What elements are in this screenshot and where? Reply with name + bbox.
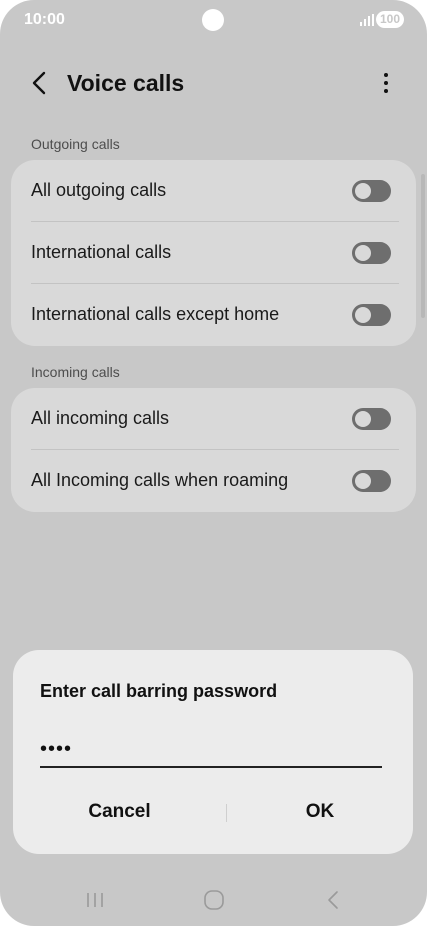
setting-row-international-except-home[interactable]: International calls except home — [11, 284, 416, 346]
toggle-switch[interactable] — [352, 470, 391, 492]
recents-icon[interactable] — [80, 888, 110, 912]
password-input[interactable] — [40, 732, 382, 768]
setting-label: All Incoming calls when roaming — [31, 470, 289, 490]
toggle-knob — [355, 245, 371, 261]
setting-label: International calls — [31, 242, 172, 262]
home-icon[interactable] — [199, 888, 229, 912]
setting-label: International calls except home — [31, 304, 280, 324]
toggle-switch[interactable] — [352, 408, 391, 430]
page-title: Voice calls — [67, 70, 185, 96]
back-arrow-icon[interactable] — [28, 70, 52, 96]
setting-row-incoming-roaming[interactable]: All Incoming calls when roaming — [11, 450, 416, 512]
signal-icon — [360, 14, 374, 26]
toggle-knob — [355, 183, 371, 199]
password-dialog: Enter call barring password Cancel OK — [13, 650, 413, 854]
toggle-switch[interactable] — [352, 180, 391, 202]
setting-label: All incoming calls — [31, 408, 170, 428]
status-time: 10:00 — [24, 11, 65, 28]
outgoing-calls-card: All outgoing calls International calls I… — [11, 160, 416, 346]
toggle-knob — [355, 473, 371, 489]
section-label-outgoing: Outgoing calls — [31, 136, 120, 152]
battery-icon: 100 — [376, 11, 404, 28]
dialog-title: Enter call barring password — [40, 681, 278, 701]
incoming-calls-card: All incoming calls All Incoming calls wh… — [11, 388, 416, 512]
toggle-knob — [355, 411, 371, 427]
section-label-incoming: Incoming calls — [31, 364, 120, 380]
toggle-switch[interactable] — [352, 242, 391, 264]
phone-screen: 10:00 100 Voice calls Outgoing calls All… — [0, 0, 427, 926]
setting-row-all-incoming[interactable]: All incoming calls — [11, 388, 416, 450]
more-options-icon[interactable] — [374, 70, 398, 96]
setting-row-international[interactable]: International calls — [11, 222, 416, 284]
navigation-bar — [0, 878, 427, 926]
setting-row-all-outgoing[interactable]: All outgoing calls — [11, 160, 416, 222]
camera-cutout — [202, 9, 224, 31]
cancel-button[interactable]: Cancel — [13, 790, 226, 834]
scrollbar[interactable] — [421, 174, 425, 318]
toggle-knob — [355, 307, 371, 323]
app-bar: Voice calls — [0, 58, 427, 110]
setting-label: All outgoing calls — [31, 180, 167, 200]
status-bar: 10:00 100 — [0, 0, 427, 40]
back-icon[interactable] — [318, 888, 348, 912]
toggle-switch[interactable] — [352, 304, 391, 326]
ok-button[interactable]: OK — [227, 790, 413, 834]
